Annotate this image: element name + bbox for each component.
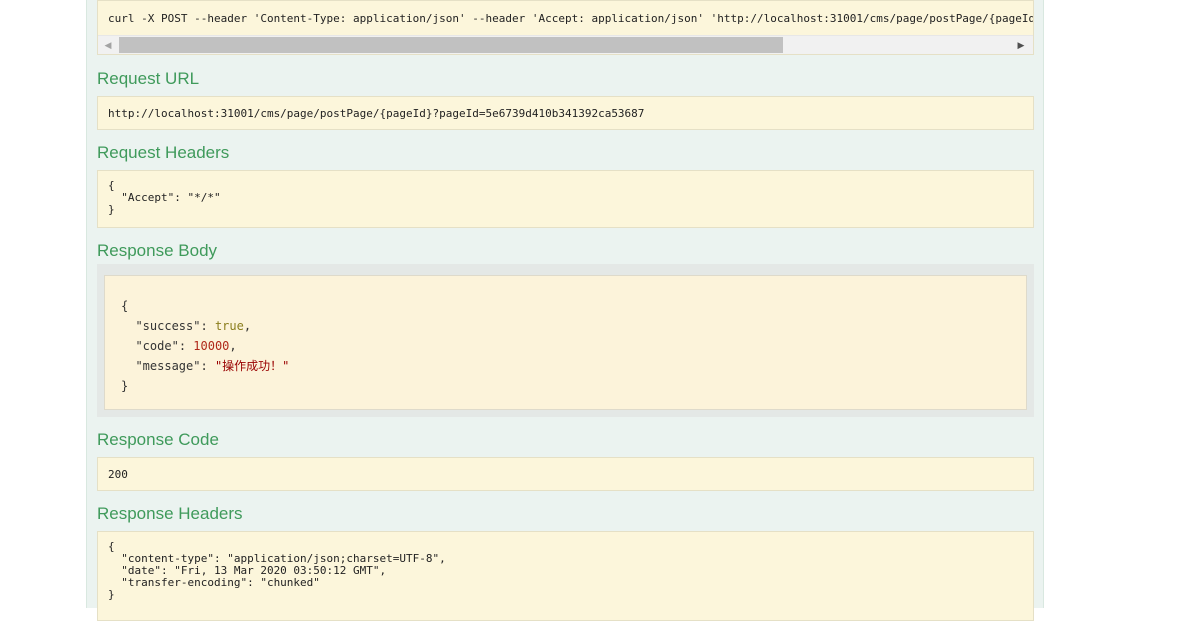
response-headers-text: { "content-type": "application/json;char… — [108, 540, 446, 601]
scroll-right-icon[interactable]: ▶ — [1014, 38, 1028, 52]
json-close-brace: } — [121, 379, 129, 393]
curl-command-text: curl -X POST --header 'Content-Type: app… — [108, 12, 1033, 25]
json-open-brace: { — [121, 299, 129, 313]
curl-command-box[interactable]: curl -X POST --header 'Content-Type: app… — [97, 0, 1034, 55]
scrollbar-thumb[interactable] — [119, 37, 783, 53]
request-url-value: http://localhost:31001/cms/page/postPage… — [108, 107, 645, 120]
request-headers-heading: Request Headers — [97, 143, 230, 162]
response-code-value: 200 — [108, 468, 128, 481]
json-value-success: true — [214, 319, 244, 333]
json-key-success: "success" — [135, 319, 201, 333]
horizontal-scrollbar[interactable]: ◀ ▶ — [98, 35, 1033, 54]
json-key-message: "message" — [135, 359, 201, 373]
response-body-box: { "success": true, "code": 10000, "messa… — [104, 275, 1027, 410]
request-headers-text: { "Accept": "*/*" } — [108, 179, 221, 216]
response-code-box: 200 — [97, 457, 1034, 491]
json-value-code: 10000 — [193, 339, 230, 353]
request-headers-box: { "Accept": "*/*" } — [97, 170, 1034, 228]
scroll-left-icon[interactable]: ◀ — [101, 38, 115, 52]
response-body-heading: Response Body — [97, 241, 218, 260]
request-url-box: http://localhost:31001/cms/page/postPage… — [97, 96, 1034, 130]
json-value-message: "操作成功！" — [214, 359, 290, 373]
response-body-wrapper: { "success": true, "code": 10000, "messa… — [97, 264, 1034, 417]
response-body-json: { "success": true, "code": 10000, "messa… — [121, 299, 290, 393]
json-key-code: "code" — [135, 339, 179, 353]
response-headers-heading: Response Headers — [97, 504, 243, 523]
request-url-heading: Request URL — [97, 69, 200, 88]
response-code-heading: Response Code — [97, 430, 219, 449]
